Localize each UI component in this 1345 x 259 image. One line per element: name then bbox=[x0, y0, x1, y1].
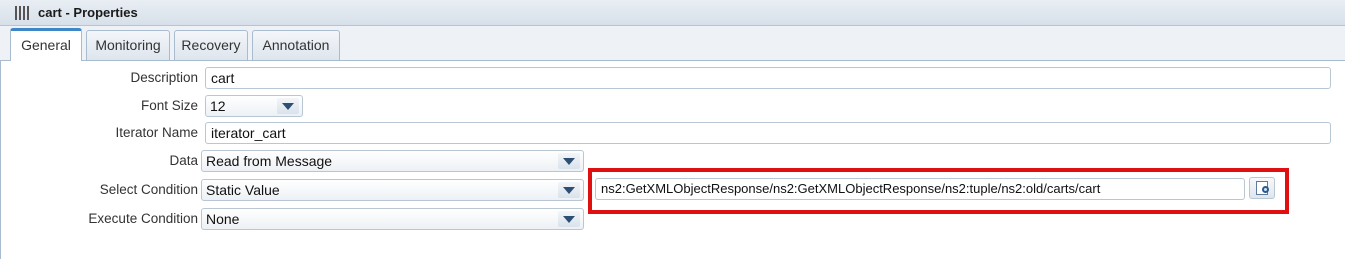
font-size-label: Font Size bbox=[140, 98, 198, 113]
select-condition-value: Static Value bbox=[206, 182, 280, 198]
title-bar: cart - Properties bbox=[0, 0, 1345, 26]
description-label: Description bbox=[130, 70, 198, 85]
select-condition-select[interactable]: Static Value bbox=[201, 179, 584, 201]
iterator-name-field[interactable]: iterator_cart bbox=[205, 122, 1331, 144]
chevron-down-icon[interactable] bbox=[558, 182, 580, 198]
description-field[interactable]: cart bbox=[205, 67, 1331, 89]
tab-annotation[interactable]: Annotation bbox=[252, 30, 340, 60]
properties-grid-icon bbox=[15, 6, 31, 20]
tab-monitoring[interactable]: Monitoring bbox=[86, 30, 170, 60]
data-label: Data bbox=[169, 153, 198, 168]
chevron-down-icon[interactable] bbox=[558, 211, 580, 227]
iterator-name-label: Iterator Name bbox=[115, 125, 198, 140]
data-select[interactable]: Read from Message bbox=[201, 150, 584, 172]
execute-condition-value: None bbox=[206, 211, 240, 227]
tab-general[interactable]: General bbox=[10, 28, 82, 61]
font-size-select[interactable]: 12 bbox=[205, 95, 303, 117]
tab-recovery[interactable]: Recovery bbox=[174, 30, 248, 60]
execute-condition-label: Execute Condition bbox=[88, 211, 198, 226]
highlight-box bbox=[588, 168, 1289, 214]
window-title: cart - Properties bbox=[38, 5, 138, 20]
font-size-value: 12 bbox=[210, 98, 226, 114]
execute-condition-select[interactable]: None bbox=[201, 208, 584, 230]
select-condition-label: Select Condition bbox=[99, 182, 198, 197]
chevron-down-icon[interactable] bbox=[277, 98, 299, 114]
chevron-down-icon[interactable] bbox=[558, 153, 580, 169]
data-value: Read from Message bbox=[206, 153, 333, 169]
